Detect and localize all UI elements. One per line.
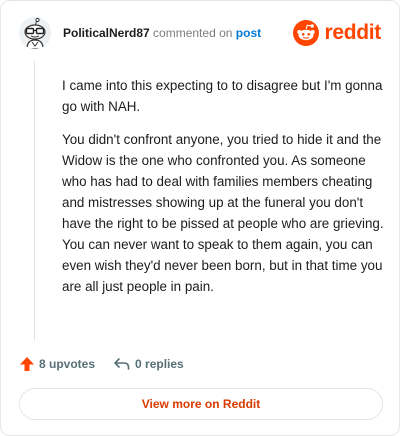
post-link[interactable]: post bbox=[236, 26, 261, 40]
action-text: commented on bbox=[153, 26, 233, 40]
reddit-embed-card: PoliticalNerd87 commented on post reddit… bbox=[0, 0, 400, 436]
snoo-avatar-icon[interactable] bbox=[19, 17, 51, 49]
thread-line bbox=[34, 61, 35, 341]
view-more-button[interactable]: View more on Reddit bbox=[19, 388, 383, 420]
comment-actions: 8 upvotes 0 replies bbox=[19, 354, 184, 374]
username-link[interactable]: PoliticalNerd87 bbox=[63, 26, 150, 40]
reddit-logo-icon bbox=[293, 20, 320, 46]
reddit-brand[interactable]: reddit bbox=[293, 19, 381, 47]
comment-header: PoliticalNerd87 commented on post reddit bbox=[19, 17, 381, 49]
replies-count: 0 replies bbox=[135, 357, 184, 371]
upvotes-button[interactable]: 8 upvotes bbox=[19, 356, 95, 372]
upvote-arrow-icon bbox=[20, 357, 34, 371]
comment-meta: PoliticalNerd87 commented on post bbox=[63, 26, 261, 40]
upvotes-count: 8 upvotes bbox=[39, 357, 96, 371]
comment-paragraph-1: I came into this expecting to to disagre… bbox=[62, 78, 383, 114]
reddit-wordmark: reddit bbox=[324, 21, 381, 44]
replies-button[interactable]: 0 replies bbox=[113, 356, 184, 372]
reply-arrow-icon bbox=[114, 358, 130, 370]
comment-paragraph-2: You didn't confront anyone, you tried to… bbox=[62, 132, 384, 294]
comment-body: I came into this expecting to to disagre… bbox=[62, 75, 384, 309]
